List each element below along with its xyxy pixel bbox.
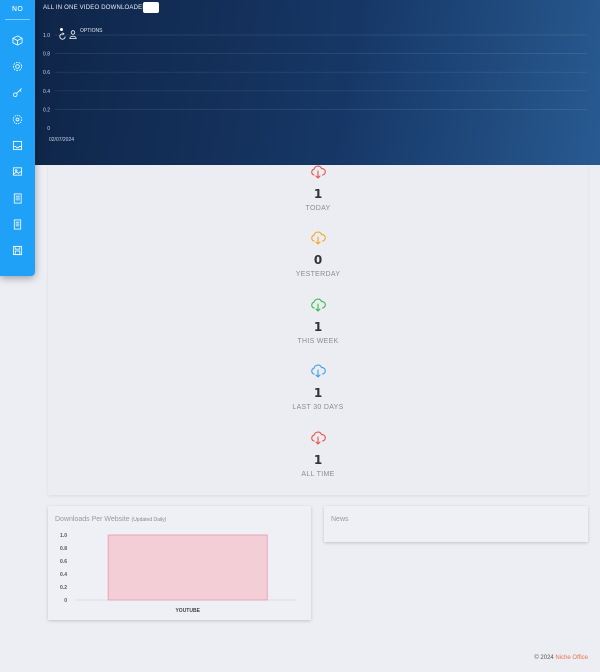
sidebar-item-settings[interactable] — [0, 110, 35, 128]
bar-youtube[interactable] — [107, 534, 268, 601]
stat-value: 1 — [313, 187, 323, 201]
header-y-tick: 0.8 — [43, 52, 50, 58]
bar-chart-y-tick: 1.0 — [60, 533, 67, 539]
stat-value: 1 — [313, 320, 323, 334]
brand-divider — [5, 19, 30, 20]
bar-chart-x-tick: YOUTUBE — [175, 608, 200, 614]
stat-value: 1 — [313, 453, 323, 467]
downloads-bar-chart: 1.0 0.8 0.6 0.4 0.2 0 YOUTUBE — [60, 533, 296, 614]
downloads-per-website-card: 1.0 0.8 0.6 0.4 0.2 0 YOUTUBE Downloads Per We… — [48, 506, 311, 620]
cloud-download-icon — [311, 431, 326, 445]
header-y-tick: 0 — [47, 126, 50, 132]
downloads-card-title-text: Downloads Per Website — [55, 516, 130, 523]
box-icon — [12, 34, 23, 46]
sidebar-item-inbox[interactable] — [0, 136, 35, 154]
stat-label: THIS WEEK — [297, 338, 339, 345]
header-y-tick: 0.2 — [43, 107, 50, 113]
news-card: News — [324, 506, 588, 542]
save-icon — [12, 245, 23, 255]
downloads-card-subtitle: (Updated Daily) — [131, 517, 167, 523]
bar-chart-y-tick: 0.4 — [60, 572, 67, 578]
sidebar-item-box[interactable] — [0, 31, 35, 49]
sidebar-item-image[interactable] — [0, 162, 35, 180]
stat-item: 1 TODAY — [48, 165, 588, 212]
sidebar: NO — [0, 0, 35, 276]
sidebar-item-save[interactable] — [0, 241, 35, 259]
header-y-tick: 1.0 — [43, 33, 50, 39]
stat-value: 1 — [313, 386, 323, 400]
stat-label: YESTERDAY — [295, 271, 341, 278]
footer: © 2024 Niche Office — [534, 655, 588, 661]
document-icon — [13, 219, 22, 229]
cloud-download-icon — [311, 364, 326, 378]
refresh-icon[interactable] — [58, 28, 67, 40]
header-x-tick: 02/07/2024 — [49, 137, 74, 143]
stat-label: LAST 30 DAYS — [292, 404, 344, 411]
header-line-chart: 1.0 0.8 0.6 0.4 0.2 0 02/07/2024 — [43, 33, 587, 143]
news-card-title: News — [331, 516, 349, 523]
stat-value: 0 — [313, 253, 323, 267]
brand-logo[interactable]: NO — [0, 0, 35, 18]
header-y-tick: 0.4 — [43, 89, 50, 95]
stat-label: ALL TIME — [301, 471, 335, 478]
header-toggle-button[interactable] — [143, 2, 159, 13]
cloud-download-icon — [311, 165, 326, 179]
sidebar-item-key[interactable] — [0, 83, 35, 101]
book-icon — [13, 193, 22, 203]
bar-chart-y-tick: 0.8 — [60, 546, 67, 552]
bar-chart-y-tick: 0 — [64, 598, 67, 604]
stat-item: 1 LAST 30 DAYS — [48, 364, 588, 411]
sidebar-item-gear[interactable] — [0, 57, 35, 75]
gear-icon — [12, 61, 23, 71]
key-icon — [12, 87, 22, 97]
inbox-icon — [12, 140, 23, 150]
stat-item: 0 YESTERDAY — [48, 231, 588, 278]
stat-label: TODAY — [305, 205, 331, 212]
bar-chart-y-tick: 0.6 — [60, 559, 67, 565]
sidebar-item-book[interactable] — [0, 189, 35, 207]
cloud-download-icon — [311, 298, 326, 312]
user-icon[interactable] — [69, 26, 77, 39]
stat-item: 1 THIS WEEK — [48, 298, 588, 345]
downloads-card-title: Downloads Per Website (Updated Daily) — [55, 516, 166, 523]
download-stats-card: 1 TODAY 0 YESTERDAY 1 THIS WEEK 1 LAST 30 DAYS 1… — [48, 165, 588, 495]
header-banner: 1.0 0.8 0.6 0.4 0.2 0 02/07/2024 ALL IN ONE VI… — [35, 0, 600, 165]
options-link[interactable]: OPTIONS — [80, 28, 103, 34]
footer-copyright: © 2024 — [534, 655, 554, 661]
settings-icon — [12, 114, 23, 124]
cloud-download-icon — [311, 231, 326, 245]
bar-chart-y-tick: 0.2 — [60, 585, 67, 591]
stat-item: 1 ALL TIME — [48, 431, 588, 478]
header-y-tick: 0.6 — [43, 70, 50, 76]
footer-link[interactable]: Niche Office — [555, 655, 588, 661]
image-icon — [12, 166, 23, 176]
app-title: ALL IN ONE VIDEO DOWNLOADER — [43, 5, 147, 11]
sidebar-item-document[interactable] — [0, 215, 35, 233]
